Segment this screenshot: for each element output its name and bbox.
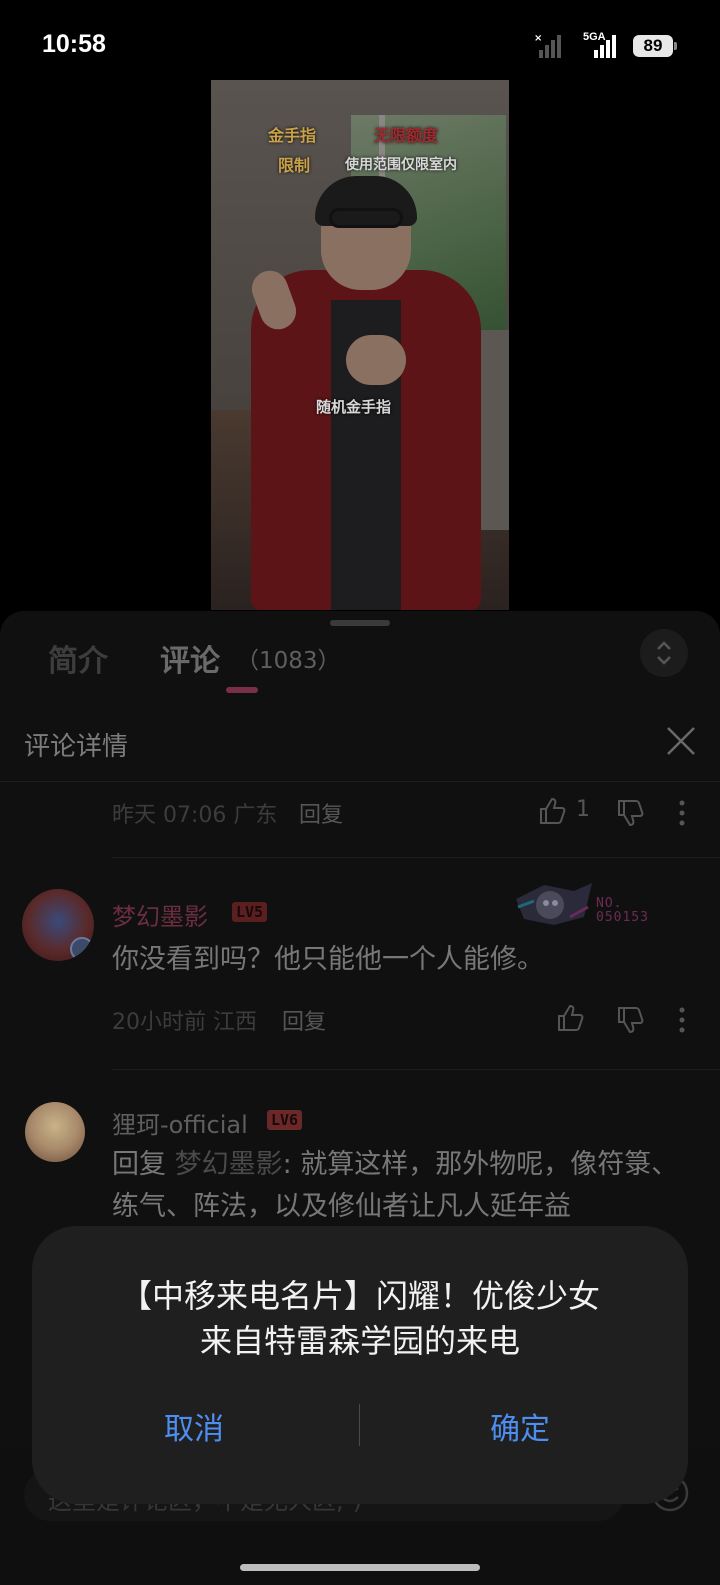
- fan-badge-prefix: NO.: [596, 896, 623, 911]
- thumbs-up-icon[interactable]: [537, 795, 569, 827]
- thumbs-up-icon[interactable]: [555, 1002, 587, 1034]
- svg-text:×: ×: [534, 33, 542, 44]
- video-person-hand-right: [346, 335, 406, 385]
- level-badge: LV6: [267, 1110, 303, 1130]
- home-indicator[interactable]: [240, 1564, 480, 1571]
- sheet-drag-handle[interactable]: [330, 620, 390, 626]
- dialog-button-divider: [359, 1404, 360, 1446]
- comment-detail-header: 评论详情: [0, 706, 720, 782]
- comment-count: （1083）: [236, 648, 341, 674]
- reply-to-user[interactable]: 梦幻墨影: [175, 1149, 283, 1180]
- close-icon[interactable]: [664, 724, 698, 758]
- caption-random: 随机金手指: [316, 398, 392, 416]
- caption-unlimited: 无限额度: [374, 126, 439, 145]
- video-person-glasses: [329, 208, 403, 228]
- tab-comments[interactable]: 评论: [160, 636, 220, 680]
- comment-meta: 20小时前 江西: [112, 1010, 257, 1035]
- chevron-up-down-icon: [657, 641, 671, 665]
- comment-detail-title: 评论详情: [24, 732, 129, 762]
- more-options-icon[interactable]: [678, 799, 686, 827]
- cancel-button[interactable]: 取消: [64, 1404, 324, 1448]
- caption-golden-finger: 金手指: [268, 126, 317, 145]
- expand-collapse-button[interactable]: [640, 629, 688, 677]
- comment-divider: [112, 1069, 720, 1070]
- tab-active-indicator: [226, 687, 258, 693]
- battery-tip: [674, 42, 677, 50]
- username[interactable]: 梦幻墨影: [112, 897, 208, 932]
- avatar-frame-decoration: [70, 937, 94, 961]
- dialog-message-line2: 来自特雷森学园的来电: [199, 1322, 520, 1360]
- reply-prefix: 回复: [112, 1149, 175, 1180]
- signal-sim1-icon: ×: [534, 33, 561, 58]
- username[interactable]: 狸珂-official: [112, 1105, 248, 1140]
- comment-text: 回复 梦幻墨影: 就算这样，那外物呢，像符箓、练气、阵法，以及修仙者让凡人延年益: [112, 1144, 692, 1228]
- reply-button[interactable]: 回复: [299, 797, 343, 829]
- caption-indoor-only: 使用范围仅限室内: [345, 157, 457, 173]
- dialog-message-line1: 【中移来电名片】闪耀！优俊少女: [119, 1277, 600, 1315]
- status-bar: 10:58 × 5GA 89: [0, 0, 720, 78]
- avatar[interactable]: [22, 889, 94, 961]
- comment-divider: [112, 857, 720, 858]
- video-player[interactable]: 金手指 无限额度 限制 使用范围仅限室内 随机金手指: [211, 80, 509, 610]
- thumbs-down-icon[interactable]: [615, 1004, 647, 1036]
- confirm-button[interactable]: 确定: [390, 1404, 650, 1448]
- like-count: 1: [576, 797, 590, 822]
- more-options-icon[interactable]: [678, 1006, 686, 1034]
- caption-limit: 限制: [278, 156, 311, 175]
- fan-badge-icon: [516, 883, 592, 925]
- reply-button[interactable]: 回复: [282, 1004, 326, 1036]
- tab-intro[interactable]: 简介: [48, 636, 108, 680]
- avatar[interactable]: [25, 1102, 85, 1162]
- comment-text: 你没看到吗？他只能他一个人能修。: [112, 944, 544, 975]
- level-badge: LV5: [232, 902, 268, 922]
- fan-badge-digits: 050153: [596, 910, 649, 925]
- incoming-call-card-dialog: 【中移来电名片】闪耀！优俊少女 来自特雷森学园的来电 取消 确定: [32, 1226, 688, 1504]
- comment-meta: 昨天 07:06 广东: [112, 803, 278, 828]
- dialog-message: 【中移来电名片】闪耀！优俊少女 来自特雷森学园的来电: [32, 1274, 688, 1364]
- fan-badge-number: NO. 050153: [596, 897, 649, 925]
- thumbs-down-icon[interactable]: [615, 797, 647, 829]
- signal-sim2-icon: [594, 35, 616, 58]
- battery-indicator: 89: [633, 35, 673, 57]
- status-time: 10:58: [42, 30, 106, 58]
